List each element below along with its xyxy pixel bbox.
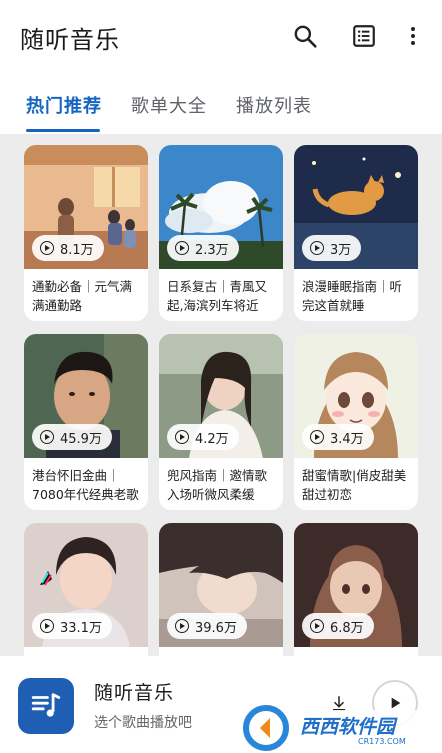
playlist-cover: 4.2万 xyxy=(159,334,283,458)
play-count: 3万 xyxy=(330,242,352,258)
playlist-title xyxy=(294,647,418,656)
playlist-title: 通勤必备｜元气满满通勤路 xyxy=(32,279,133,313)
now-playing-title: 随听音乐 xyxy=(94,682,175,704)
play-icon xyxy=(40,241,54,255)
playlist-title: 日系复古｜青風又起,海滨列车将近 xyxy=(167,279,268,313)
album-art[interactable] xyxy=(18,678,74,734)
playlist-card[interactable]: 6.8万 xyxy=(294,523,418,656)
watermark-text: 西西软件园 xyxy=(300,716,396,738)
playlist-title xyxy=(24,647,148,656)
playlist-card[interactable]: 45.9万 港台怀旧金曲｜7080年代经典老歌 xyxy=(24,334,148,510)
music-note-icon xyxy=(31,693,61,717)
tab-playlists[interactable]: 歌单大全 xyxy=(131,92,207,118)
play-icon xyxy=(175,430,189,444)
play-count: 4.2万 xyxy=(195,431,229,447)
play-count: 8.1万 xyxy=(60,242,94,258)
playlist-card[interactable]: 3.4万 甜蜜情歌|俏皮甜美甜过初恋 xyxy=(294,334,418,510)
playlist-cover: 33.1万 xyxy=(24,523,148,647)
playlist-card[interactable]: 2.3万 日系复古｜青風又起,海滨列车将近 xyxy=(159,145,283,321)
play-icon xyxy=(40,430,54,444)
play-icon xyxy=(40,619,54,633)
watermark-subtext: CR173.COM xyxy=(358,737,406,746)
app-bar: 随听音乐 xyxy=(0,0,442,72)
tab-hot-recommend[interactable]: 热门推荐 xyxy=(26,92,102,118)
play-icon xyxy=(310,241,324,255)
playlist-title: 港台怀旧金曲｜7080年代经典老歌 xyxy=(32,468,139,502)
playlist-card[interactable]: 39.6万 xyxy=(159,523,283,656)
play-count: 39.6万 xyxy=(195,620,237,636)
play-count: 33.1万 xyxy=(60,620,102,636)
now-playing-subtitle: 选个歌曲播放吧 xyxy=(94,715,192,731)
play-count-badge: 3.4万 xyxy=(302,424,374,450)
play-icon xyxy=(175,619,189,633)
playlist-cover: 8.1万 xyxy=(24,145,148,269)
playlist-card[interactable]: 8.1万 通勤必备｜元气满满通勤路 xyxy=(24,145,148,321)
watermark-logo: 西西软件园 CR173.COM xyxy=(240,698,442,753)
play-icon xyxy=(175,241,189,255)
play-icon xyxy=(310,619,324,633)
tab-indicator xyxy=(26,129,100,132)
play-count-badge: 2.3万 xyxy=(167,235,239,261)
playlist-grid: 8.1万 通勤必备｜元气满满通勤路 2.3万 日系复古｜青風又起,海滨列车将近 … xyxy=(0,134,442,656)
search-icon[interactable] xyxy=(291,22,319,50)
tab-play-queue[interactable]: 播放列表 xyxy=(236,92,312,118)
list-icon[interactable] xyxy=(350,22,378,50)
play-count-badge: 4.2万 xyxy=(167,424,239,450)
play-count-badge: 33.1万 xyxy=(32,613,112,639)
more-vertical-icon[interactable] xyxy=(401,22,425,50)
playlist-title: 甜蜜情歌|俏皮甜美甜过初恋 xyxy=(302,468,407,502)
play-count-badge: 45.9万 xyxy=(32,424,112,450)
playlist-card[interactable]: 4.2万 兜风指南｜邀情歌入场听微风柔缓 xyxy=(159,334,283,510)
play-count: 6.8万 xyxy=(330,620,364,636)
playlist-cover: 2.3万 xyxy=(159,145,283,269)
playlist-cover: 39.6万 xyxy=(159,523,283,647)
app-title: 随听音乐 xyxy=(20,26,120,54)
play-count-badge: 39.6万 xyxy=(167,613,247,639)
playlist-card[interactable]: 3万 浪漫睡眠指南｜听完这首就睡 xyxy=(294,145,418,321)
playlist-card[interactable]: 33.1万 xyxy=(24,523,148,656)
play-icon xyxy=(310,430,324,444)
playlist-cover: 45.9万 xyxy=(24,334,148,458)
playlist-cover: 3万 xyxy=(294,145,418,269)
playlist-title: 兜风指南｜邀情歌入场听微风柔缓 xyxy=(167,468,268,502)
play-count-badge: 6.8万 xyxy=(302,613,374,639)
play-count: 2.3万 xyxy=(195,242,229,258)
playlist-title xyxy=(159,647,283,656)
playlist-cover: 6.8万 xyxy=(294,523,418,647)
play-count: 3.4万 xyxy=(330,431,364,447)
play-count-badge: 3万 xyxy=(302,235,362,261)
playlist-cover: 3.4万 xyxy=(294,334,418,458)
play-count-badge: 8.1万 xyxy=(32,235,104,261)
tab-bar: 热门推荐 歌单大全 播放列表 xyxy=(0,72,442,134)
playlist-title: 浪漫睡眠指南｜听完这首就睡 xyxy=(302,279,403,313)
play-count: 45.9万 xyxy=(60,431,102,447)
